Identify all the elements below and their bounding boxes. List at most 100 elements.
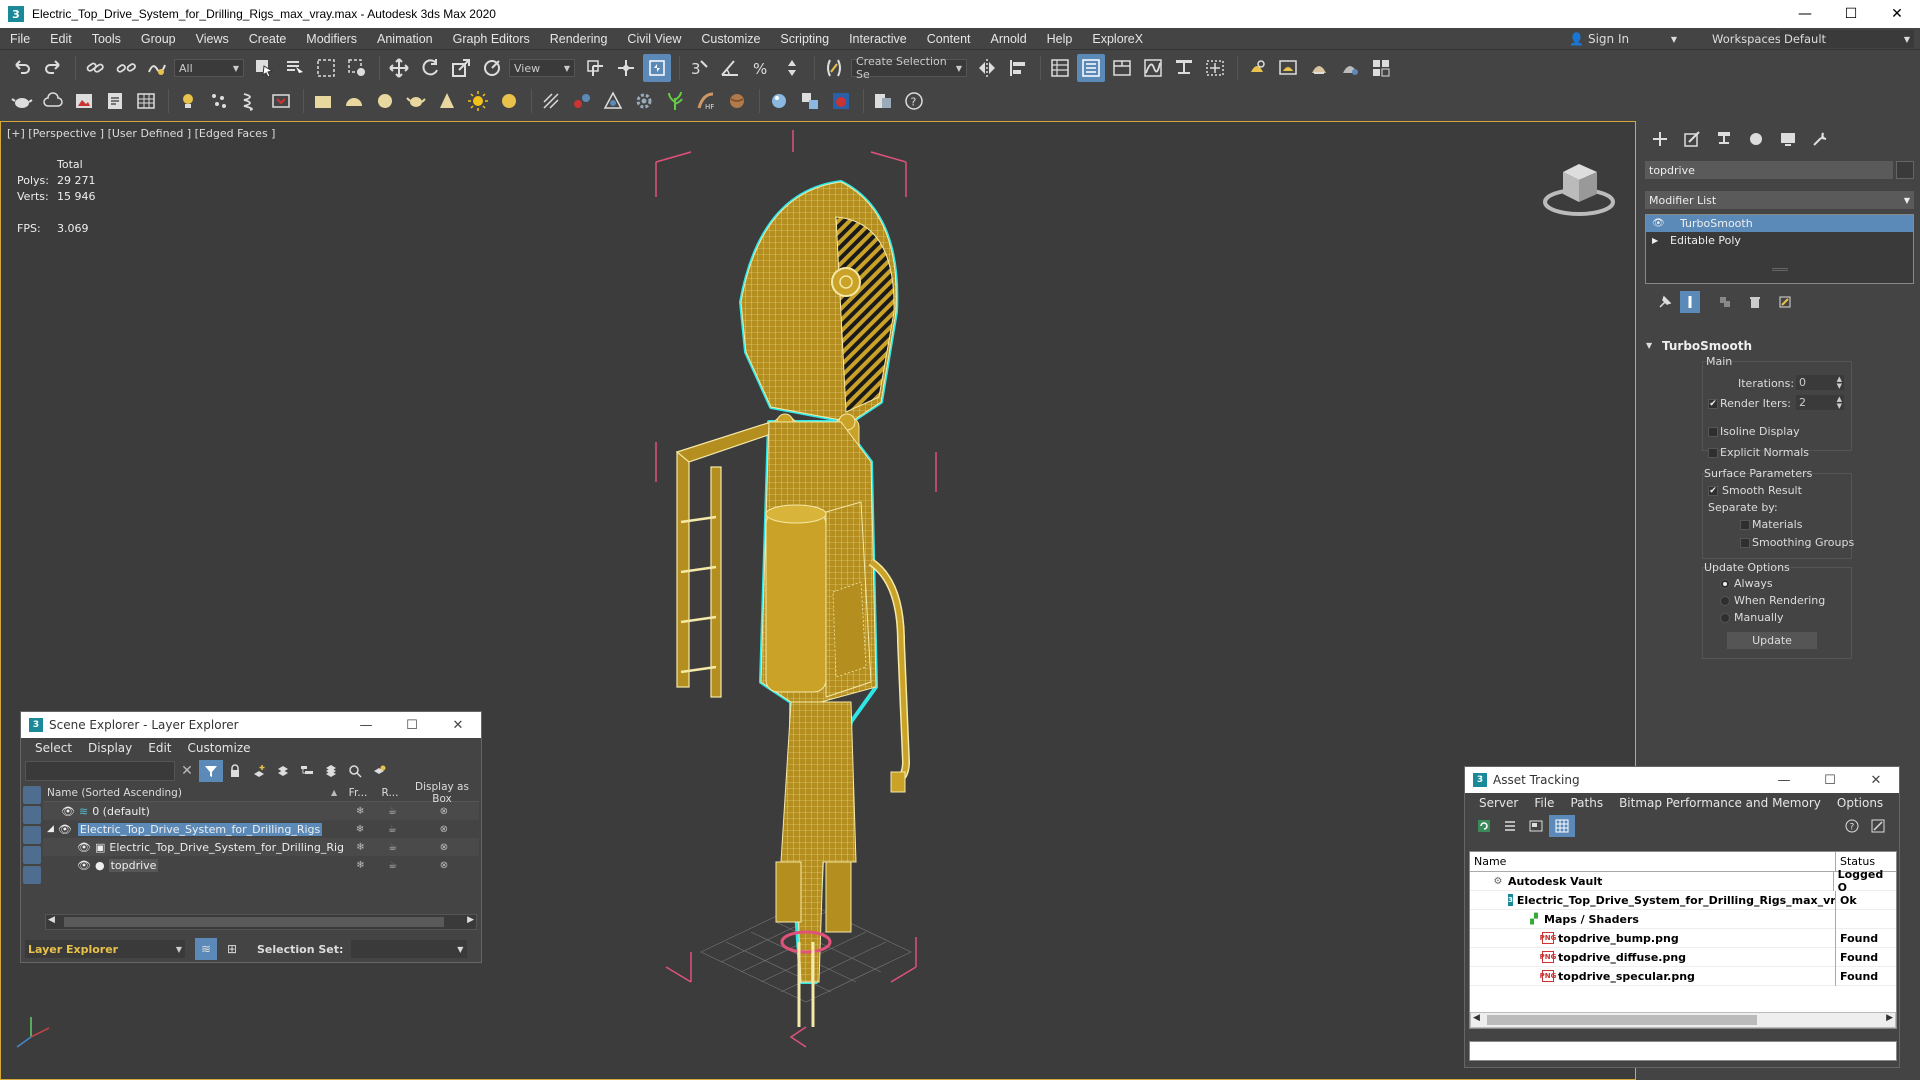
teapot-icon[interactable] bbox=[8, 87, 36, 115]
render-iters-checkbox[interactable]: ✔ bbox=[1708, 399, 1718, 409]
layers-stack-icon[interactable] bbox=[319, 760, 343, 782]
hierarchy-tab-icon[interactable] bbox=[1708, 127, 1740, 151]
link-icon[interactable] bbox=[81, 54, 109, 82]
help-icon[interactable]: ? bbox=[900, 87, 928, 115]
spinner-arrows-icon[interactable]: ▲ ▼ bbox=[1837, 375, 1844, 390]
scene-explorer-toggle-icon[interactable] bbox=[1046, 54, 1074, 82]
minimize-icon[interactable]: — bbox=[1782, 0, 1828, 28]
material-editor-icon[interactable] bbox=[1201, 54, 1229, 82]
physics-icon[interactable] bbox=[599, 87, 627, 115]
column-name[interactable]: Name (Sorted Ascending) bbox=[43, 787, 331, 799]
undo-icon[interactable] bbox=[8, 54, 36, 82]
display-tab-icon[interactable] bbox=[1772, 127, 1804, 151]
select-object-icon[interactable] bbox=[250, 54, 278, 82]
helix-icon[interactable] bbox=[236, 87, 264, 115]
render-production-icon[interactable] bbox=[1305, 54, 1333, 82]
workspace-select[interactable]: Default ▼ bbox=[1780, 30, 1914, 48]
bind-space-warp-icon[interactable] bbox=[143, 54, 171, 82]
isoline-display-checkbox[interactable] bbox=[1708, 427, 1718, 437]
menu-customize[interactable]: Customize bbox=[691, 32, 770, 46]
menu-arnold[interactable]: Arnold bbox=[981, 32, 1037, 46]
scene-explorer-title-bar[interactable]: 3 Scene Explorer - Layer Explorer — ☐ ✕ bbox=[21, 712, 481, 738]
unlink-icon[interactable] bbox=[112, 54, 140, 82]
placement-icon[interactable] bbox=[478, 54, 506, 82]
frozen-icon[interactable]: ❄ bbox=[344, 860, 376, 871]
schematic-view-icon[interactable] bbox=[1170, 54, 1198, 82]
spinner-snap-icon[interactable] bbox=[778, 54, 806, 82]
asset-path-field[interactable] bbox=[1469, 1041, 1897, 1061]
teapot-primitive-icon[interactable] bbox=[402, 87, 430, 115]
move-icon[interactable] bbox=[385, 54, 413, 82]
menu-modifiers[interactable]: Modifiers bbox=[296, 32, 367, 46]
scroll-left-icon[interactable]: ◀ bbox=[1473, 1013, 1480, 1023]
box-primitive-icon[interactable] bbox=[309, 87, 337, 115]
sun-light-icon[interactable] bbox=[464, 87, 492, 115]
render-teapot-icon[interactable]: ☕ bbox=[376, 824, 408, 835]
modifier-list-dropdown[interactable]: Modifier List ▼ bbox=[1645, 191, 1914, 209]
angle-snap-icon[interactable] bbox=[716, 54, 744, 82]
display-helpers-icon[interactable] bbox=[23, 866, 41, 884]
close-icon[interactable]: ✕ bbox=[1874, 0, 1920, 28]
set-current-layer-icon[interactable] bbox=[367, 760, 391, 782]
expand-triangle-icon[interactable]: ▶ bbox=[1652, 236, 1670, 245]
curve-editor-icon[interactable] bbox=[1139, 54, 1167, 82]
explicit-normals-checkbox[interactable] bbox=[1708, 448, 1718, 458]
particles-icon[interactable] bbox=[205, 87, 233, 115]
eye-icon[interactable]: 👁 bbox=[77, 859, 91, 872]
grid-icon[interactable] bbox=[132, 87, 160, 115]
horizontal-scrollbar[interactable]: ◀ ▶ bbox=[45, 914, 477, 930]
scrollbar-thumb[interactable] bbox=[64, 917, 444, 927]
object-color-swatch[interactable] bbox=[1896, 161, 1914, 179]
texture-sphere-icon[interactable] bbox=[723, 87, 751, 115]
scroll-left-icon[interactable]: ◀ bbox=[48, 915, 55, 925]
lock-icon[interactable] bbox=[223, 760, 247, 782]
menu-content[interactable]: Content bbox=[917, 32, 981, 46]
render-iters-spinner[interactable]: 2 ▲ ▼ bbox=[1796, 395, 1844, 410]
motion-tab-icon[interactable] bbox=[1740, 127, 1772, 151]
slate-editor-icon[interactable] bbox=[796, 87, 824, 115]
rotate-icon[interactable] bbox=[416, 54, 444, 82]
maximize-icon[interactable]: ☐ bbox=[389, 718, 435, 733]
window-crossing-icon[interactable] bbox=[343, 54, 371, 82]
menu-create[interactable]: Create bbox=[239, 32, 297, 46]
menu-animation[interactable]: Animation bbox=[367, 32, 443, 46]
create-tab-icon[interactable] bbox=[1644, 127, 1676, 151]
column-frozen[interactable]: Fr... bbox=[341, 787, 375, 799]
at-menu-paths[interactable]: Paths bbox=[1562, 796, 1611, 810]
cone-primitive-icon[interactable] bbox=[433, 87, 461, 115]
display-cameras-icon[interactable] bbox=[23, 846, 41, 864]
named-selection-set-select[interactable]: Create Selection Se ▼ bbox=[851, 55, 967, 81]
when-rendering-radio[interactable] bbox=[1720, 596, 1730, 606]
select-manipulate-icon[interactable] bbox=[612, 54, 640, 82]
select-layer-objects-icon[interactable] bbox=[343, 760, 367, 782]
column-name[interactable]: Name bbox=[1470, 851, 1836, 872]
a360-gallery-icon[interactable] bbox=[1367, 54, 1395, 82]
image-icon[interactable] bbox=[70, 87, 98, 115]
minimize-icon[interactable]: — bbox=[1761, 773, 1807, 788]
box-toggle-icon[interactable]: ⊗ bbox=[409, 806, 479, 817]
smooth-result-checkbox[interactable]: ✔ bbox=[1708, 486, 1718, 496]
hair-fur-icon[interactable]: HF bbox=[692, 87, 720, 115]
redo-icon[interactable] bbox=[39, 54, 67, 82]
pin-stack-icon[interactable] bbox=[1650, 291, 1680, 313]
reference-coordinate-select[interactable]: View ▼ bbox=[509, 59, 575, 77]
stack-item-editable-poly[interactable]: ▶ Editable Poly bbox=[1646, 232, 1913, 249]
dynamics-icon[interactable] bbox=[267, 87, 295, 115]
box-toggle-icon[interactable]: ⊗ bbox=[409, 860, 479, 871]
configure-modifier-sets-icon[interactable] bbox=[1770, 291, 1800, 313]
snaps-toggle-icon[interactable]: 3 bbox=[685, 54, 713, 82]
lightbulb-icon[interactable] bbox=[174, 87, 202, 115]
ribbon-toggle-icon[interactable] bbox=[1108, 54, 1136, 82]
se-menu-customize[interactable]: Customize bbox=[180, 741, 259, 755]
column-display-as-box[interactable]: Display as Box bbox=[405, 781, 479, 805]
horizontal-scrollbar[interactable]: ◀ ▶ bbox=[1470, 1012, 1896, 1028]
smoothing-groups-checkbox[interactable] bbox=[1740, 538, 1750, 548]
menu-views[interactable]: Views bbox=[186, 32, 239, 46]
table-view-icon[interactable] bbox=[1549, 815, 1575, 837]
eye-icon[interactable]: 👁 bbox=[77, 841, 91, 854]
scroll-right-icon[interactable]: ▶ bbox=[467, 915, 474, 925]
table-row[interactable]: ⚙ Autodesk Vault Logged O bbox=[1470, 868, 1896, 894]
rendered-frame-window-icon[interactable] bbox=[1274, 54, 1302, 82]
eye-icon[interactable]: 👁 bbox=[61, 805, 75, 818]
table-row[interactable]: PNG topdrive_bump.png Found bbox=[1470, 928, 1896, 948]
